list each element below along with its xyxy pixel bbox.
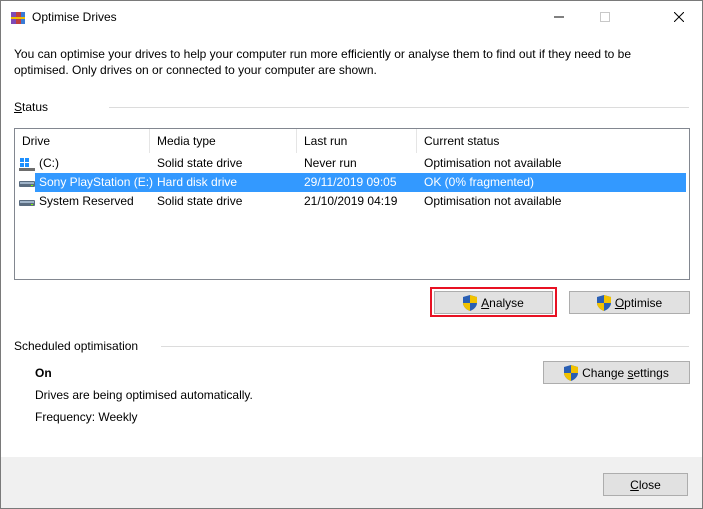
drive-row-system-reserved[interactable]: System Reserved Solid state drive 21/10/… xyxy=(15,192,689,211)
change-settings-label: Change settings xyxy=(582,365,669,380)
hard-drive-icon xyxy=(19,200,35,206)
media-type: Hard disk drive xyxy=(157,175,238,189)
column-header-last-run[interactable]: Last run xyxy=(297,129,417,153)
current-status: OK (0% fragmented) xyxy=(424,175,535,189)
close-window-button[interactable] xyxy=(656,1,702,33)
status-group-line xyxy=(109,107,689,108)
schedule-state: On xyxy=(35,366,52,380)
window-title: Optimise Drives xyxy=(32,10,117,24)
schedule-description: Drives are being optimised automatically… xyxy=(35,388,253,402)
hard-drive-icon xyxy=(19,181,35,187)
scheduled-group-line xyxy=(161,346,689,347)
close-label: Close xyxy=(630,477,661,492)
drive-name: (C:) xyxy=(39,156,59,170)
windows-drive-icon xyxy=(19,158,35,171)
column-header-drive[interactable]: Drive xyxy=(15,129,150,153)
current-status: Optimisation not available xyxy=(424,156,562,170)
shield-icon xyxy=(564,364,579,381)
description-text: You can optimise your drives to help you… xyxy=(14,47,632,77)
last-run: Never run xyxy=(304,156,357,170)
scheduled-group-label: Scheduled optimisation xyxy=(14,339,139,353)
drive-row-c[interactable]: (C:) Solid state drive Never run Optimis… xyxy=(15,154,689,173)
drive-name: Sony PlayStation (E:) xyxy=(39,175,154,189)
optimise-button[interactable]: Optimise xyxy=(569,291,690,314)
drive-name: System Reserved xyxy=(39,194,134,208)
defrag-app-icon xyxy=(11,12,25,24)
last-run: 29/11/2019 09:05 xyxy=(304,175,397,189)
optimise-drives-window: Optimise Drives You can optimise your dr… xyxy=(0,0,703,509)
close-icon xyxy=(674,12,684,22)
optimise-label: Optimise xyxy=(614,295,663,310)
column-header-media-type[interactable]: Media type xyxy=(150,129,297,153)
change-settings-button[interactable]: Change settings xyxy=(543,361,690,384)
current-status: Optimisation not available xyxy=(424,194,562,208)
list-header: Drive Media type Last run Current status xyxy=(15,129,689,153)
last-run: 21/10/2019 04:19 xyxy=(304,194,398,208)
column-header-current-status[interactable]: Current status xyxy=(417,129,689,153)
title-bar: Optimise Drives xyxy=(1,1,702,33)
maximize-button xyxy=(582,1,628,33)
media-type: Solid state drive xyxy=(157,194,243,208)
maximize-icon xyxy=(600,12,610,22)
shield-icon xyxy=(463,294,478,311)
drives-list[interactable]: Drive Media type Last run Current status… xyxy=(14,128,690,280)
drive-row-e[interactable]: Sony PlayStation (E:) Hard disk drive 29… xyxy=(15,173,689,192)
dialog-content: You can optimise your drives to help you… xyxy=(1,33,702,457)
media-type: Solid state drive xyxy=(157,156,243,170)
status-group-label: Status xyxy=(14,100,49,114)
analyse-label: Analyse xyxy=(481,295,524,310)
minimize-button[interactable] xyxy=(536,1,582,33)
minimize-icon xyxy=(554,16,564,18)
schedule-frequency: Frequency: Weekly xyxy=(35,410,138,424)
dialog-footer: Close xyxy=(1,457,702,508)
close-button[interactable]: Close xyxy=(603,473,688,496)
shield-icon xyxy=(596,294,611,311)
analyse-button[interactable]: Analyse xyxy=(434,291,553,314)
